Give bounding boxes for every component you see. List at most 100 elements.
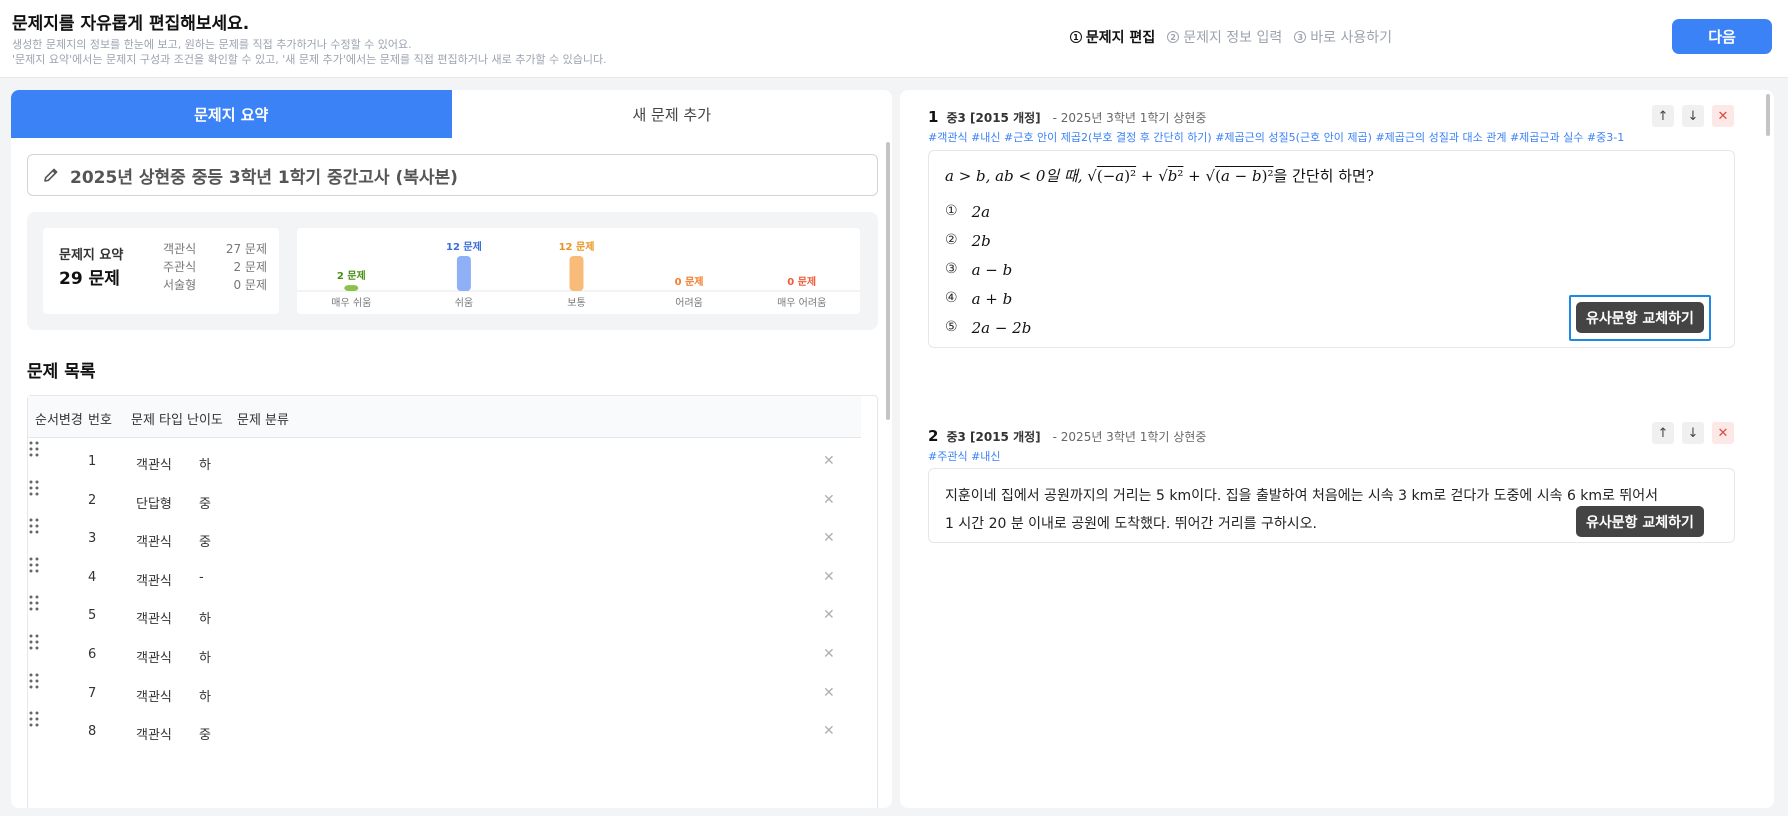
row-level: 하 [199, 689, 211, 705]
sheet-title-text: 2025년 상현중 중등 3학년 1학기 중간고사 (복사본) [70, 167, 458, 188]
question-2-box: 지훈이네 집에서 공원까지의 거리는 5 km이다. 집을 출발하여 처음에는 … [928, 468, 1735, 543]
drag-handle-icon[interactable] [28, 556, 40, 574]
stem-condition: a > b, ab < 0일 때, [945, 167, 1083, 185]
close-icon[interactable]: ✕ [823, 723, 835, 739]
row-level: 하 [199, 612, 211, 628]
table-header: 순서변경 번호 문제 타입 난이도 문제 분류 [28, 396, 861, 438]
type-name: 서술형 [163, 278, 197, 292]
table-row[interactable]: 4 객관식 - ✕ [28, 556, 861, 600]
row-number: 7 [88, 685, 97, 701]
drag-handle-icon[interactable] [28, 517, 40, 535]
top-header: 문제지를 자유롭게 편집해보세요. 생성한 문제지의 정보를 한눈에 보고, 원… [0, 0, 1788, 78]
replace-similar-button-2[interactable]: 유사문항 교체하기 [1576, 506, 1704, 537]
row-type: 객관식 [136, 535, 172, 551]
arrow-up-icon[interactable]: ↑ [1652, 105, 1674, 127]
stem-suffix: 을 간단히 하면? [1273, 167, 1374, 185]
choice-text: a − b [971, 261, 1013, 279]
question-number: 2 [928, 427, 939, 445]
type-count: 27 문제 [225, 242, 267, 256]
arrow-up-icon[interactable]: ↑ [1652, 422, 1674, 444]
close-icon[interactable]: ✕ [1712, 422, 1734, 444]
left-scrollbar[interactable] [886, 142, 890, 420]
row-type: 단답형 [136, 496, 172, 512]
col-type: 문제 타입 [131, 413, 183, 428]
drag-handle-icon[interactable] [28, 479, 40, 497]
question-2-controls: ↑ ↓ ✕ [1652, 422, 1734, 444]
arrow-down-icon[interactable]: ↓ [1682, 422, 1704, 444]
drag-handle-icon[interactable] [28, 672, 40, 690]
choice-5[interactable]: ⑤ 2a − 2b [945, 319, 1031, 337]
question-number: 1 [928, 108, 939, 126]
choice-4[interactable]: ④ a + b [945, 290, 1012, 308]
step-label: 바로 사용하기 [1310, 30, 1392, 46]
row-number: 8 [88, 724, 97, 740]
stem-formula: √(−a)² + √b² + √(a − b)² [1087, 167, 1274, 185]
close-icon[interactable]: ✕ [823, 492, 835, 508]
row-type: 객관식 [136, 651, 172, 666]
question-table: 순서변경 번호 문제 타입 난이도 문제 분류 1 객관식 하 ✕ 2 단답형 중 ✕ 3 객관식… [27, 395, 878, 808]
tab-summary[interactable]: 문제지 요약 [11, 90, 452, 138]
step-2[interactable]: 2 문제지 정보 입력 [1167, 27, 1282, 47]
close-icon[interactable]: ✕ [823, 607, 835, 623]
question-2-line-2: 1 시간 20 분 이내로 공원에 도착했다. 뛰어간 거리를 구하시오. [945, 516, 1317, 532]
step-number-icon: 3 [1294, 31, 1307, 43]
row-type: 객관식 [136, 689, 172, 705]
chart-category-label: 매우 쉬움 [331, 297, 371, 309]
table-row[interactable]: 8 객관식 중 ✕ [28, 710, 861, 754]
choice-text: 2b [971, 232, 991, 250]
drag-handle-icon[interactable] [28, 710, 40, 728]
row-number: 3 [88, 531, 97, 547]
choice-text: 2a − 2b [971, 319, 1032, 337]
table-row[interactable]: 3 객관식 중 ✕ [28, 517, 861, 561]
chart-data-label: 0 문제 [675, 275, 704, 288]
chart-category-label: 쉬움 [455, 297, 473, 309]
question-1-box: a > b, ab < 0일 때, √(−a)² + √b² + √(a − b… [928, 150, 1735, 348]
chart-bar [344, 285, 359, 291]
drag-handle-icon[interactable] [28, 594, 40, 612]
arrow-down-icon[interactable]: ↓ [1682, 105, 1704, 127]
choice-1[interactable]: ① 2a [945, 203, 990, 221]
page-description-2: '문제지 요약'에서는 문제지 구성과 조건을 확인할 수 있고, '새 문제 … [12, 53, 607, 66]
choice-mark: ⑤ [945, 319, 958, 335]
step-1[interactable]: 1 문제지 편집 [1069, 27, 1155, 47]
choice-2[interactable]: ② 2b [945, 232, 991, 250]
chart-category-label: 보통 [567, 297, 585, 309]
close-icon[interactable]: ✕ [823, 530, 835, 546]
drag-handle-icon[interactable] [28, 440, 40, 458]
question-source: - 2025년 3학년 1학기 상현중 [1052, 430, 1207, 444]
tab-add-question[interactable]: 새 문제 추가 [451, 90, 892, 138]
close-icon[interactable]: ✕ [823, 685, 835, 701]
drag-handle-icon[interactable] [28, 633, 40, 651]
close-icon[interactable]: ✕ [823, 569, 835, 585]
question-list-title: 문제 목록 [27, 362, 96, 382]
close-icon[interactable]: ✕ [1712, 105, 1734, 127]
right-scrollbar[interactable] [1766, 94, 1770, 136]
table-row[interactable]: 2 단답형 중 ✕ [28, 479, 861, 523]
type-name: 객관식 [163, 242, 197, 256]
choice-mark: ④ [945, 290, 958, 306]
difficulty-chart-card: 2 문제 매우 쉬움 12 문제 쉬움 12 문제 보통 0 문제 어려움 0 문제 매우 어려움 [297, 228, 860, 314]
col-number: 번호 [88, 413, 112, 428]
step-number-icon: 2 [1167, 31, 1180, 43]
row-level: - [199, 569, 204, 585]
step-3[interactable]: 3 바로 사용하기 [1294, 27, 1392, 47]
question-1-header: 1 중3 [2015 개정] - 2025년 3학년 1학기 상현중 [928, 108, 1206, 126]
chart-data-label: 12 문제 [559, 240, 595, 253]
type-count: 2 문제 [233, 260, 267, 274]
table-row[interactable]: 5 객관식 하 ✕ [28, 594, 861, 638]
step-number-icon: 1 [1069, 31, 1082, 43]
next-button[interactable]: 다음 [1672, 19, 1772, 54]
choice-3[interactable]: ③ a − b [945, 261, 1012, 279]
question-1-tags: #객관식 #내신 #근호 안이 제곱2(부호 결정 후 간단히 하기) #제곱근… [928, 131, 1625, 144]
table-row[interactable]: 6 객관식 하 ✕ [28, 633, 861, 677]
close-icon[interactable]: ✕ [823, 646, 835, 662]
table-row[interactable]: 1 객관식 하 ✕ [28, 440, 861, 484]
choice-text: 2a [971, 203, 991, 221]
tab-bar: 문제지 요약 새 문제 추가 [11, 90, 892, 138]
sheet-title-field[interactable]: 2025년 상현중 중등 3학년 1학기 중간고사 (복사본) [27, 154, 878, 196]
close-icon[interactable]: ✕ [823, 453, 835, 469]
table-row[interactable]: 7 객관식 하 ✕ [28, 672, 861, 716]
choice-text: a + b [971, 290, 1013, 308]
replace-similar-button-1[interactable]: 유사문항 교체하기 [1576, 302, 1704, 333]
chart-data-label: 0 문제 [787, 275, 816, 288]
